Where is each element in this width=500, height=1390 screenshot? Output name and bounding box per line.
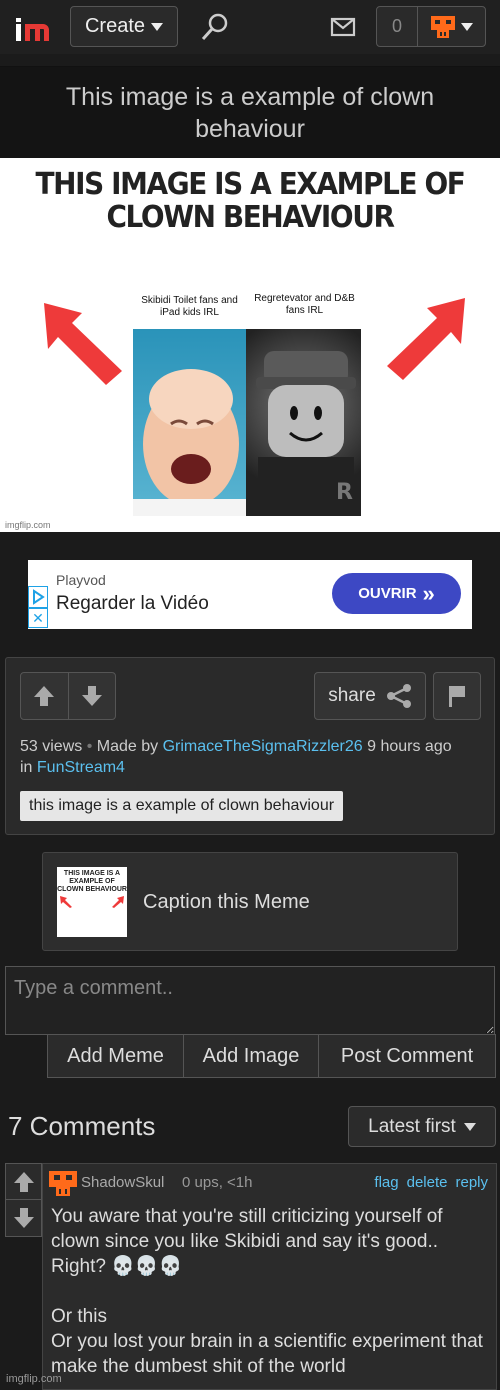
meme-thumbnail: THIS IMAGE IS A EXAMPLE OF CLOWN BEHAVIO… xyxy=(57,867,127,937)
in-prefix: in xyxy=(20,759,33,776)
comment-text: You aware that you're still criticizing … xyxy=(51,1206,483,1377)
view-count: 53 views xyxy=(20,738,83,755)
comment-sort-select[interactable]: Latest first xyxy=(348,1106,496,1147)
ad-brand: Playvod xyxy=(56,572,106,588)
arrow-down-icon xyxy=(81,686,102,706)
comment-item: ShadowSkul 0 ups, <1h flag delete reply … xyxy=(5,1161,497,1390)
delete-link[interactable]: delete xyxy=(407,1174,448,1191)
avatar-icon xyxy=(430,15,455,38)
search-icon[interactable] xyxy=(200,12,230,42)
meme-caption-text: THIS IMAGE IS A EXAMPLE OF CLOWN BEHAVIO… xyxy=(35,167,466,235)
meme-title-bar: This image is a example of clown behavio… xyxy=(0,66,500,158)
upvote-button[interactable] xyxy=(21,673,69,719)
separator: • xyxy=(86,738,93,755)
reply-link[interactable]: reply xyxy=(455,1174,488,1191)
comments-count: 7 Comments xyxy=(8,1111,156,1141)
create-label: Create xyxy=(84,15,146,37)
flag-link[interactable]: flag xyxy=(374,1174,398,1191)
right-panel-label: Regretevator and D&B fans IRL xyxy=(254,293,355,316)
imgflip-logo[interactable] xyxy=(14,12,56,44)
share-button[interactable]: share xyxy=(314,672,426,720)
comment-input[interactable] xyxy=(5,966,495,1035)
chevron-down-icon xyxy=(463,1122,476,1131)
chevron-down-icon xyxy=(460,22,473,31)
crying-baby-picture xyxy=(133,329,246,516)
comment-action-buttons: Add Meme Add Image Post Comment xyxy=(47,1034,496,1078)
footer-watermark: imgflip.com xyxy=(6,1373,62,1385)
arrow-up-icon xyxy=(13,1171,34,1192)
share-label: share xyxy=(328,685,376,706)
post-time: 9 hours ago xyxy=(367,738,452,755)
post-comment-button[interactable]: Post Comment xyxy=(319,1035,495,1077)
comment-upvote-button[interactable] xyxy=(6,1164,41,1200)
ad-headline[interactable]: Regarder la Vidéo xyxy=(56,593,209,615)
svg-text:R: R xyxy=(336,480,353,505)
page-title: This image is a example of clown behavio… xyxy=(65,83,435,143)
user-menu-button[interactable] xyxy=(417,6,486,47)
made-by-prefix: Made by xyxy=(96,738,159,755)
share-icon xyxy=(386,684,411,708)
author-link[interactable]: GrimaceTheSigmaRizzler26 xyxy=(163,738,363,755)
notification-count[interactable]: 0 xyxy=(376,6,418,47)
image-watermark: imgflip.com xyxy=(5,520,51,530)
flag-button[interactable] xyxy=(433,672,481,720)
ad-open-button[interactable]: OUVRIR » xyxy=(332,573,461,614)
comment-body: ShadowSkul 0 ups, <1h flag delete reply … xyxy=(42,1163,497,1390)
meme-tag[interactable]: this image is a example of clown behavio… xyxy=(20,791,344,821)
stream-link[interactable]: FunStream4 xyxy=(37,759,125,776)
downvote-button[interactable] xyxy=(69,673,116,719)
left-panel-label: Skibidi Toilet fans and iPad kids IRL xyxy=(141,295,238,318)
meme-image[interactable]: THIS IMAGE IS A EXAMPLE OF CLOWN BEHAVIO… xyxy=(0,158,500,532)
mail-icon[interactable] xyxy=(330,16,356,38)
comment-author[interactable]: ShadowSkul xyxy=(81,1174,164,1191)
chevron-down-icon xyxy=(151,22,164,31)
flag-icon xyxy=(449,686,465,707)
arrow-left-icon xyxy=(60,896,72,908)
advertisement-banner[interactable]: ✕ Playvod Regarder la Vidéo OUVRIR » xyxy=(28,560,472,629)
arrow-right-icon xyxy=(387,298,465,380)
arrow-down-icon xyxy=(13,1208,34,1228)
sort-label: Latest first xyxy=(368,1115,456,1137)
arrow-up-icon xyxy=(34,686,55,706)
comment-meta: 0 ups, <1h xyxy=(182,1174,253,1191)
double-chevron-right-icon: » xyxy=(422,580,435,606)
meme-meta: 53 views • Made by GrimaceTheSigmaRizzle… xyxy=(20,736,485,778)
arrow-right-icon xyxy=(112,896,124,908)
avatar[interactable] xyxy=(49,1169,77,1197)
vote-buttons xyxy=(20,672,116,720)
ad-open-label: OUVRIR xyxy=(358,585,417,602)
thumbnail-caption: THIS IMAGE IS A EXAMPLE OF CLOWN BEHAVIO… xyxy=(57,870,127,893)
comment-actions: flag delete reply xyxy=(374,1174,488,1191)
caption-this-meme-label: Caption this Meme xyxy=(143,891,310,913)
top-navbar: Create 0 xyxy=(0,0,500,54)
comment-vote-buttons xyxy=(5,1163,42,1237)
close-icon[interactable]: ✕ xyxy=(28,608,48,628)
meme-info-panel: share 53 views • Made by GrimaceTheSigma… xyxy=(5,657,495,835)
create-button[interactable]: Create xyxy=(70,6,178,47)
arrow-left-icon xyxy=(44,303,122,385)
roblox-character-picture: R xyxy=(246,329,361,516)
ad-choices-icon[interactable] xyxy=(28,586,48,608)
caption-this-meme-card[interactable]: THIS IMAGE IS A EXAMPLE OF CLOWN BEHAVIO… xyxy=(42,852,458,951)
add-image-button[interactable]: Add Image xyxy=(184,1035,319,1077)
add-meme-button[interactable]: Add Meme xyxy=(48,1035,184,1077)
comment-downvote-button[interactable] xyxy=(6,1200,41,1236)
